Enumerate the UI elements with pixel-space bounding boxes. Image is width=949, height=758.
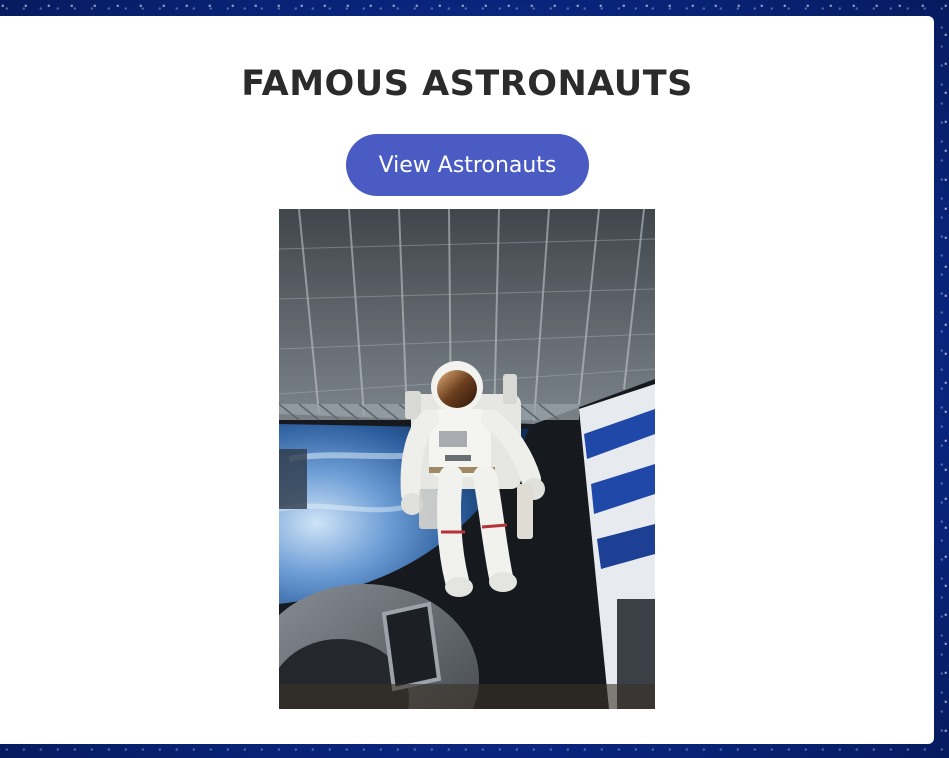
astronaut-photo (279, 209, 655, 709)
astronaut-illustration (279, 209, 655, 709)
view-astronauts-button[interactable]: View Astronauts (346, 134, 589, 196)
content-card: FAMOUS ASTRONAUTS View Astronauts (0, 16, 934, 744)
page-title: FAMOUS ASTRONAUTS (241, 64, 693, 104)
